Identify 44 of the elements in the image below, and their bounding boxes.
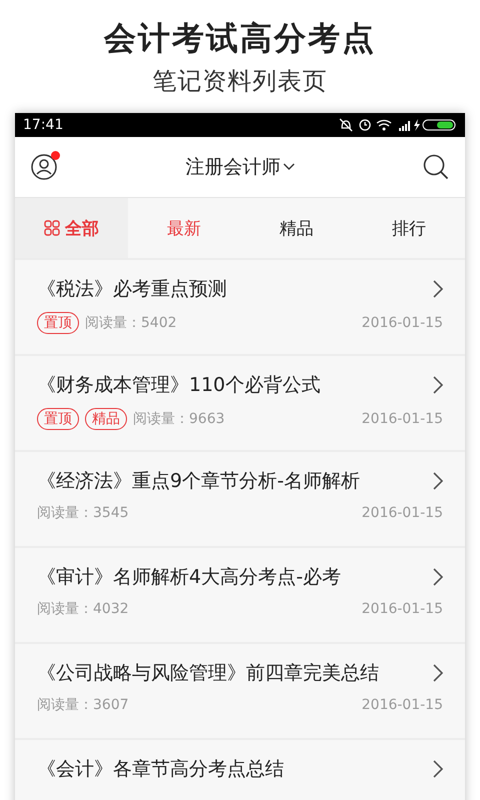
article-date: 2016-01-15 (362, 697, 443, 713)
grid-icon (44, 220, 60, 236)
caret-icon (282, 163, 294, 171)
article-title: 《经济法》重点9个章节分析-名师解析 (37, 469, 360, 494)
article-date: 2016-01-15 (362, 505, 443, 521)
chevron-right-icon (433, 280, 443, 298)
article-title: 《会计》各章节高分考点总结 (37, 757, 284, 782)
tab[interactable]: 排行 (352, 198, 465, 258)
tag: 置顶 (37, 408, 79, 430)
read-count: 阅读量：5402 (85, 314, 177, 332)
article-title: 《财务成本管理》110个必背公式 (37, 373, 320, 398)
article-title: 《税法》必考重点预测 (37, 277, 227, 302)
tab[interactable]: 全部 (15, 198, 128, 258)
promo-subtitle: 笔记资料列表页 (152, 66, 328, 96)
article-item[interactable]: 《经济法》重点9个章节分析-名师解析 阅读量：3545 2016-01-15 (15, 452, 465, 548)
article-date: 2016-01-15 (362, 601, 443, 617)
read-count: 阅读量：4032 (37, 600, 129, 618)
chevron-right-icon (433, 472, 443, 490)
chevron-right-icon (433, 760, 443, 778)
article-date: 2016-01-15 (362, 411, 443, 427)
tag: 置顶 (37, 312, 79, 334)
profile-button[interactable] (31, 154, 57, 180)
chevron-right-icon (433, 376, 443, 394)
article-date: 2016-01-15 (362, 315, 443, 331)
article-item[interactable]: 《会计》各章节高分考点总结 (15, 740, 465, 800)
article-item[interactable]: 《公司战略与风险管理》前四章完美总结 阅读量：3607 2016-01-15 (15, 644, 465, 740)
chevron-right-icon (433, 568, 443, 586)
status-time: 17:41 (23, 117, 64, 133)
read-count: 阅读量：3545 (37, 504, 129, 522)
tab[interactable]: 最新 (128, 198, 240, 258)
search-icon[interactable] (423, 154, 449, 180)
read-count: 阅读量：9663 (133, 410, 225, 428)
promo-title: 会计考试高分考点 (104, 18, 376, 58)
category-dropdown[interactable]: 注册会计师 (186, 154, 294, 180)
article-title: 《公司战略与风险管理》前四章完美总结 (37, 661, 379, 686)
article-item[interactable]: 《税法》必考重点预测 置顶 阅读量：5402 2016-01-15 (15, 260, 465, 356)
article-item[interactable]: 《审计》名师解析4大高分考点-必考 阅读量：4032 2016-01-15 (15, 548, 465, 644)
article-item[interactable]: 《财务成本管理》110个必背公式 置顶 精品 阅读量：9663 2016-01-15 (15, 356, 465, 452)
tab[interactable]: 精品 (240, 198, 352, 258)
tag: 精品 (85, 408, 127, 430)
user-icon (31, 154, 57, 180)
article-title: 《审计》名师解析4大高分考点-必考 (37, 565, 341, 590)
read-count: 阅读量：3607 (37, 696, 129, 714)
chevron-right-icon (433, 664, 443, 682)
